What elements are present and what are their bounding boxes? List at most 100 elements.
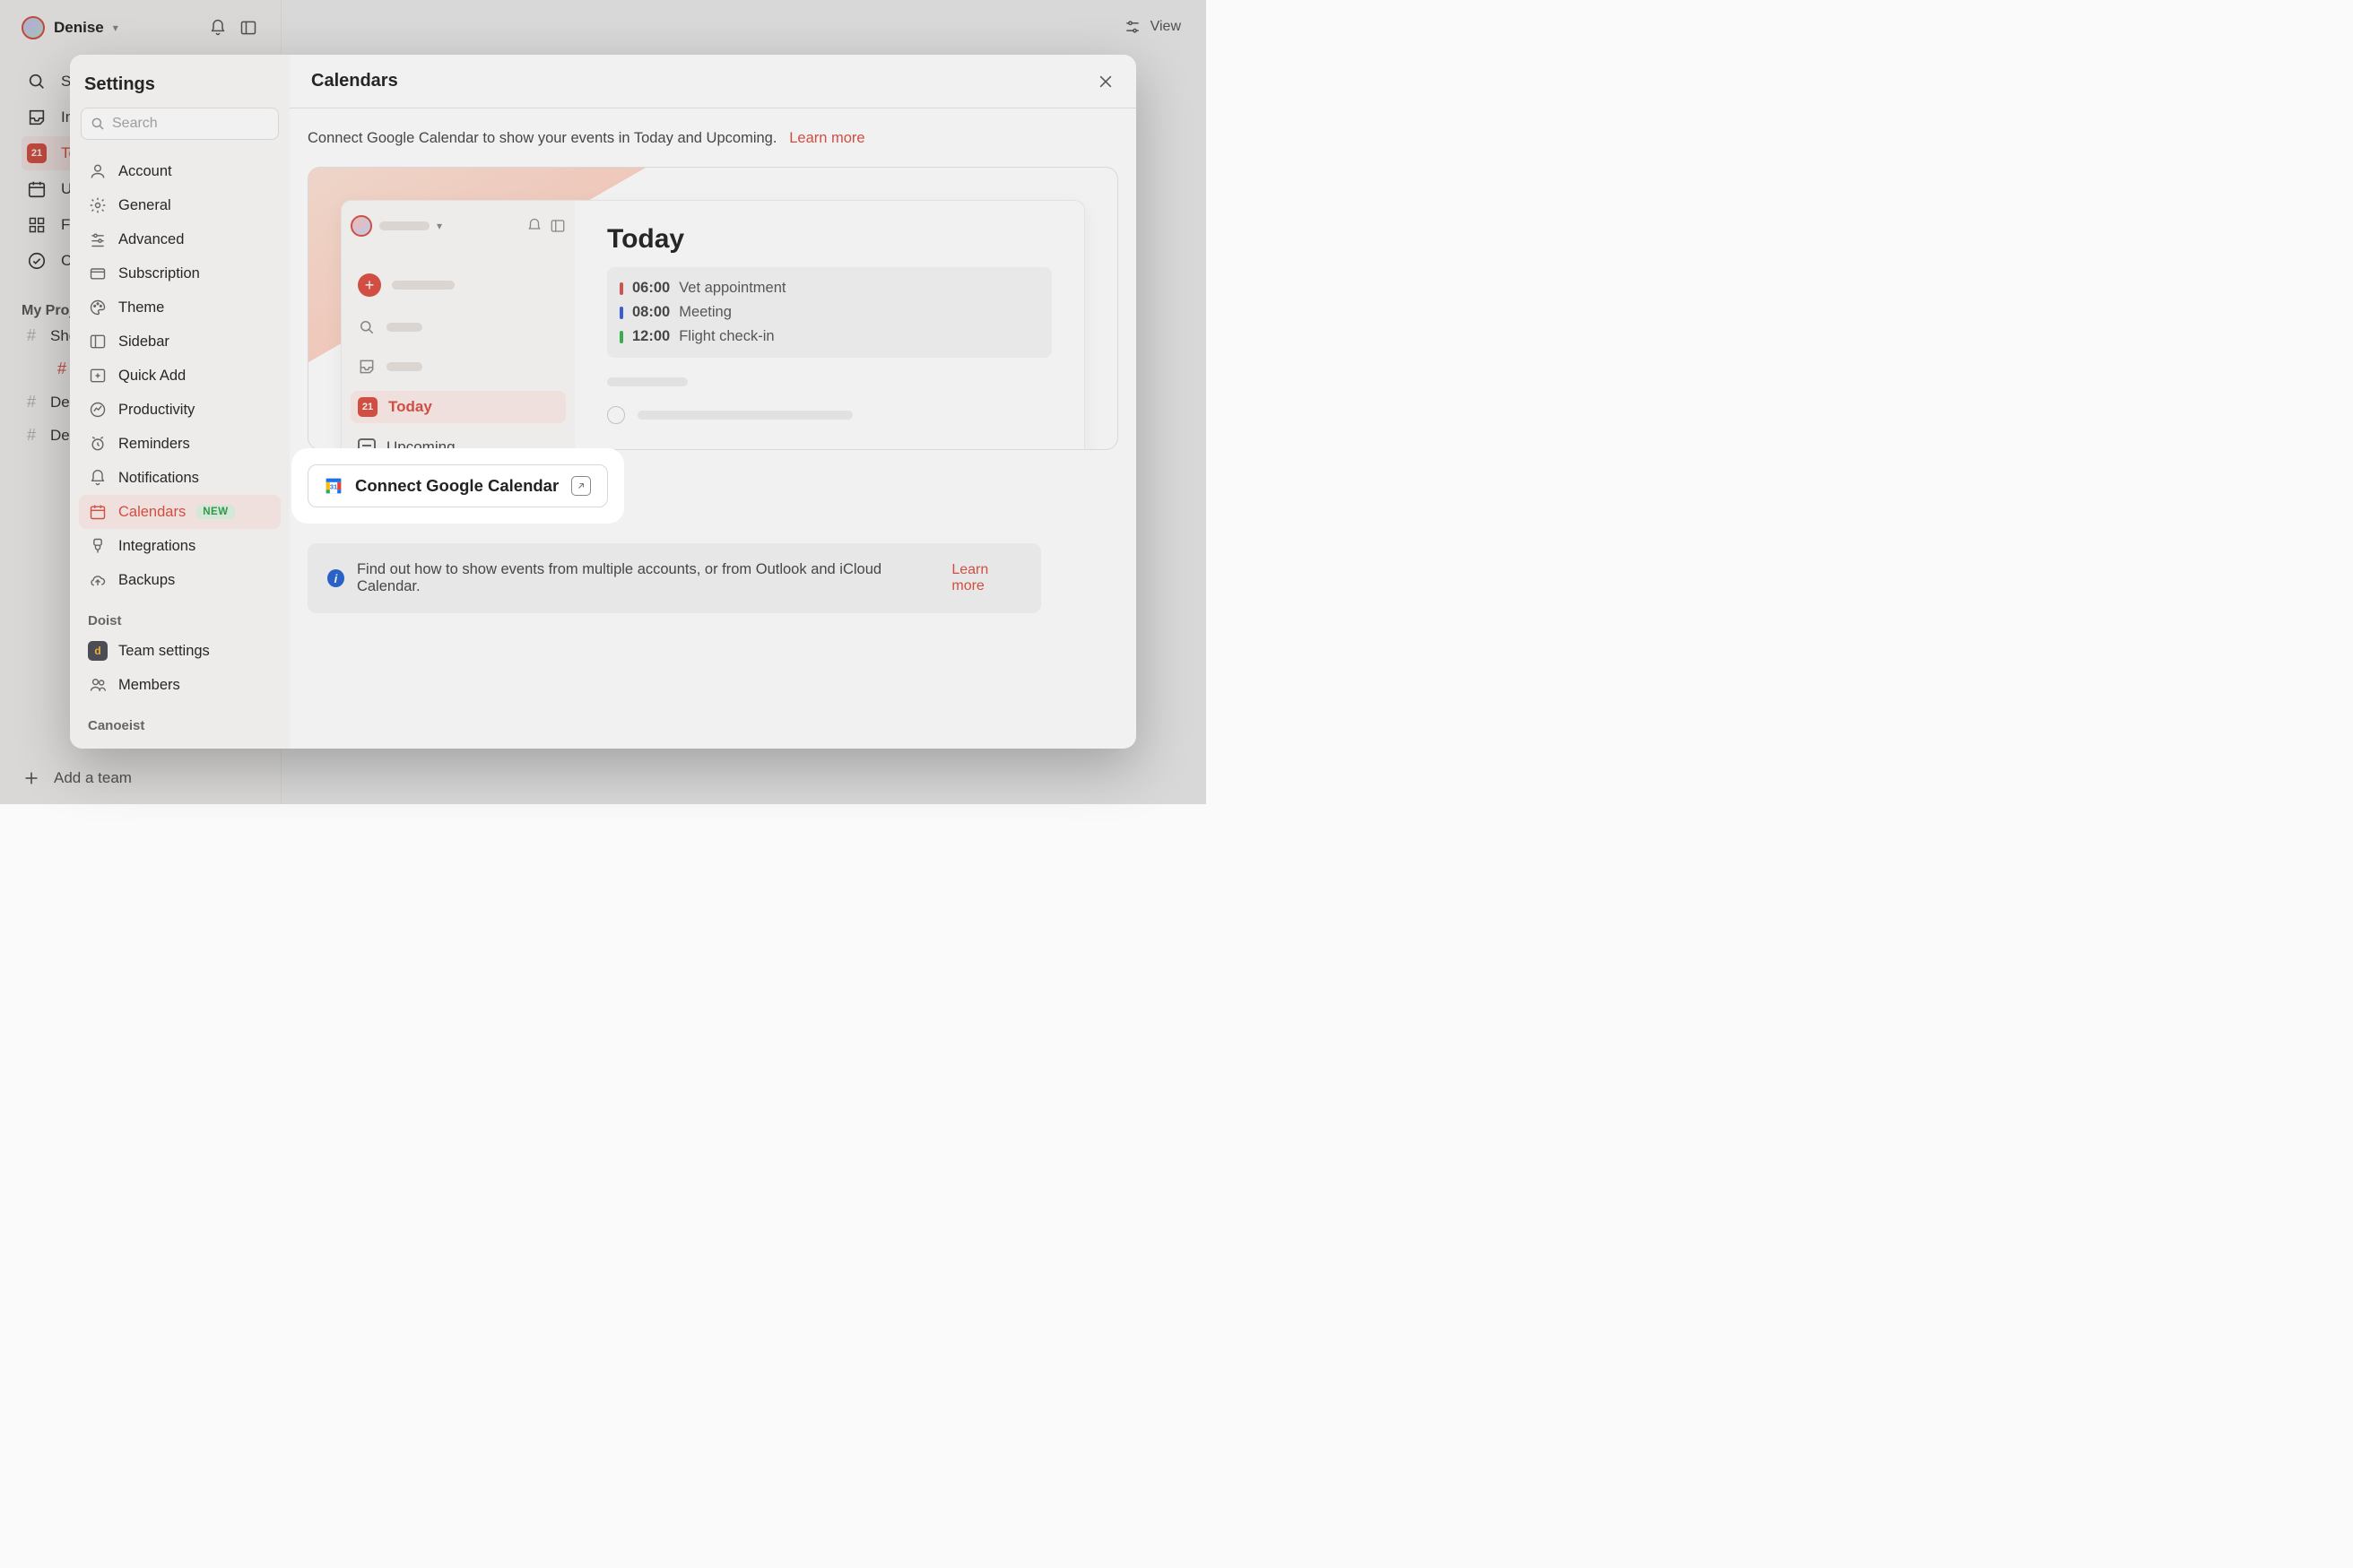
event-color-dot [620, 307, 623, 319]
label: Reminders [118, 436, 190, 453]
button-label: Connect Google Calendar [355, 476, 559, 496]
settings-item-backups[interactable]: Backups [79, 563, 281, 597]
bell-icon [526, 218, 543, 234]
search-icon [90, 116, 106, 132]
preview-event: 12:00 Flight check-in [620, 325, 1039, 349]
skeleton [607, 377, 688, 386]
info-text: Find out how to show events from multipl… [357, 561, 919, 595]
label: Sidebar [118, 334, 169, 351]
info-learn-more-link[interactable]: Learn more [951, 562, 1021, 594]
preview-event: 06:00 Vet appointment [620, 276, 1039, 300]
user-name: Denise [54, 19, 104, 37]
section-canoeist: Canoeist [79, 702, 281, 739]
hash-icon: # [27, 393, 36, 411]
chevron-down-icon[interactable]: ▾ [113, 22, 118, 34]
page-title: Calendars [311, 71, 398, 91]
settings-title: Settings [79, 71, 281, 108]
chevron-down-icon: ▾ [437, 220, 442, 232]
description: Connect Google Calendar to show your eve… [308, 130, 1118, 147]
event-color-dot [620, 331, 623, 343]
event-time: 06:00 [632, 280, 670, 297]
preview-search [351, 312, 566, 342]
label: Productivity [118, 402, 195, 419]
sliders-icon [1124, 18, 1142, 36]
view-label: View [1150, 19, 1181, 35]
add-team-button[interactable]: Add a team [22, 768, 132, 788]
settings-item-productivity[interactable]: Productivity [79, 393, 281, 427]
settings-item-calendars[interactable]: CalendarsNEW [79, 495, 281, 529]
chart-icon [88, 400, 108, 420]
preview-event: 08:00 Meeting [620, 300, 1039, 325]
skeleton [386, 323, 422, 332]
panel-icon [88, 332, 108, 351]
preview-upcoming: Upcoming [351, 432, 566, 450]
settings-item-advanced[interactable]: Advanced [79, 222, 281, 256]
learn-more-link[interactable]: Learn more [789, 130, 864, 146]
settings-item-theme[interactable]: Theme [79, 290, 281, 325]
members-icon [88, 675, 108, 695]
check-circle-icon [27, 251, 47, 271]
close-button[interactable] [1097, 73, 1115, 91]
plus-icon [22, 768, 41, 788]
settings-item-quick-add[interactable]: Quick Add [79, 359, 281, 393]
plus-icon: + [358, 273, 381, 297]
panel-icon[interactable] [238, 17, 259, 39]
settings-item-account[interactable]: Account [79, 154, 281, 188]
add-team-label: Add a team [54, 769, 132, 787]
label: Notifications [118, 470, 199, 487]
bell-icon[interactable] [207, 17, 229, 39]
settings-modal: Settings Account General Advanced Subscr… [70, 55, 1136, 749]
today-icon: 21 [27, 143, 47, 163]
settings-item-notifications[interactable]: Notifications [79, 461, 281, 495]
label: Quick Add [118, 368, 186, 385]
task-circle-icon [607, 406, 625, 424]
label: Backups [118, 572, 175, 589]
inbox-icon [358, 358, 376, 376]
label: Account [118, 163, 172, 180]
event-color-dot [620, 282, 623, 295]
settings-item-members[interactable]: Members [79, 668, 281, 702]
settings-item-sidebar[interactable]: Sidebar [79, 325, 281, 359]
settings-item-add-team[interactable]: Add team [79, 739, 281, 749]
event-label: Meeting [679, 304, 732, 321]
settings-item-integrations[interactable]: Integrations [79, 529, 281, 563]
avatar[interactable] [22, 16, 45, 39]
view-button[interactable]: View [1124, 18, 1181, 36]
preview-title: Today [607, 224, 1052, 255]
label: Advanced [118, 231, 184, 248]
settings-item-reminders[interactable]: Reminders [79, 427, 281, 461]
sliders-icon [88, 230, 108, 249]
user-icon [88, 161, 108, 181]
settings-search-input[interactable] [81, 108, 279, 140]
event-label: Vet appointment [679, 280, 786, 297]
settings-item-subscription[interactable]: Subscription [79, 256, 281, 290]
settings-item-general[interactable]: General [79, 188, 281, 222]
skeleton [638, 411, 853, 420]
label: Add team [118, 748, 182, 749]
svg-text:31: 31 [330, 482, 337, 490]
event-label: Flight check-in [679, 328, 774, 345]
label: Team settings [118, 643, 210, 660]
section-doist: Doist [79, 597, 281, 634]
label: Today [388, 398, 432, 416]
hash-icon: # [27, 426, 36, 445]
info-icon: i [327, 569, 344, 587]
label: Theme [118, 299, 164, 316]
settings-item-team-settings[interactable]: dTeam settings [79, 634, 281, 668]
inbox-icon [27, 108, 47, 127]
close-icon [1097, 73, 1115, 91]
plus-square-icon [88, 366, 108, 386]
plug-icon [88, 536, 108, 556]
preview-today: 21Today [351, 391, 566, 423]
preview-avatar [351, 215, 372, 237]
settings-sidebar: Settings Account General Advanced Subscr… [70, 55, 290, 749]
gear-icon [88, 195, 108, 215]
search-icon [27, 72, 47, 91]
search-icon [358, 318, 376, 336]
preview-add: + [351, 267, 566, 303]
upcoming-icon [27, 179, 47, 199]
connect-google-calendar-button[interactable]: 31 Connect Google Calendar [308, 464, 608, 507]
palette-icon [88, 298, 108, 317]
event-time: 08:00 [632, 304, 670, 321]
event-time: 12:00 [632, 328, 670, 345]
